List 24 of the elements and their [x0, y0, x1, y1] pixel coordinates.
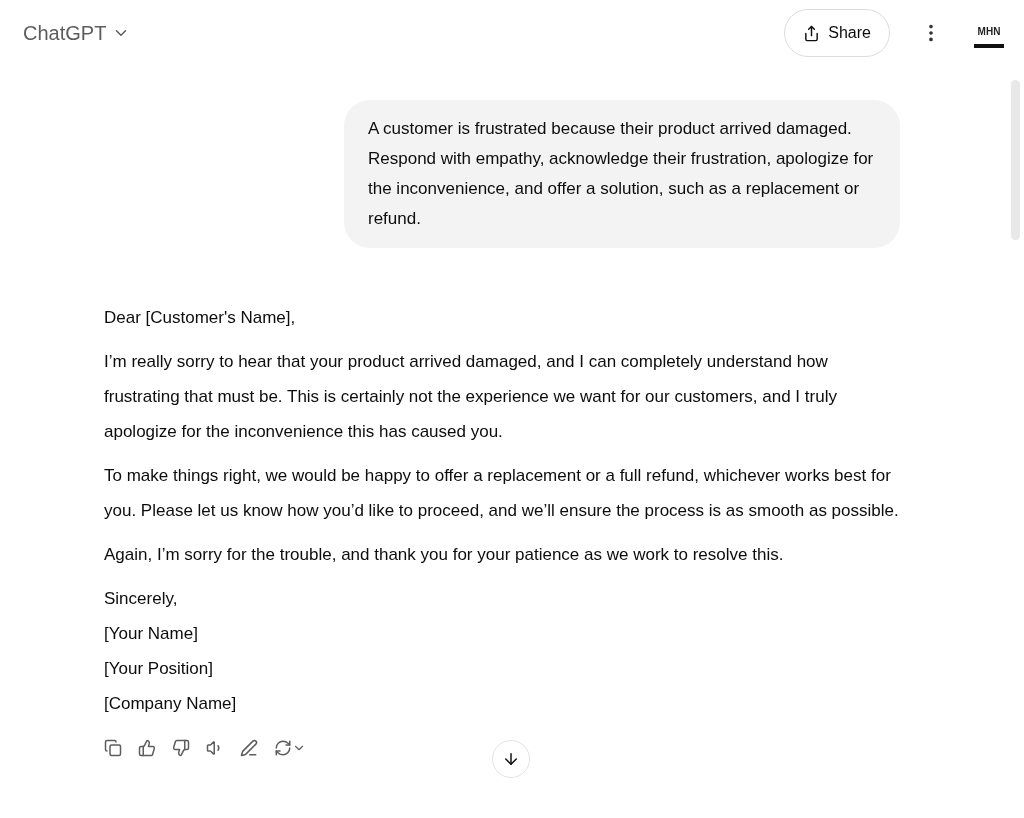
- dislike-button[interactable]: [172, 739, 190, 757]
- share-icon: [803, 24, 821, 42]
- scroll-down-button[interactable]: [492, 740, 530, 778]
- share-button[interactable]: Share: [784, 9, 890, 57]
- signature-line: Sincerely,: [104, 588, 179, 610]
- copy-icon: [104, 739, 122, 757]
- pencil-icon: [240, 739, 258, 757]
- response-paragraph: Dear [Customer's Name],: [104, 307, 297, 329]
- refresh-icon: [274, 739, 292, 757]
- arrow-down-icon: [502, 750, 520, 768]
- response-paragraph: Again, I’m sorry for the trouble, and thank you for your patience as we work to resolve this.: [104, 544, 785, 566]
- thumbs-up-icon: [138, 739, 156, 757]
- copy-button[interactable]: [104, 739, 122, 757]
- edit-button[interactable]: [240, 739, 258, 757]
- signature-line: [Your Position]: [104, 658, 214, 680]
- model-selector[interactable]: ChatGPT: [23, 21, 131, 45]
- thumbs-down-icon: [172, 739, 190, 757]
- like-button[interactable]: [138, 739, 156, 757]
- signature-line: [Company Name]: [104, 693, 238, 715]
- response-paragraph: I’m really sorry to hear that your product arrived damaged, and I can completely understand how frustrating that must be. This is certainly not the experience we want for our customers, and I truly apologize for the inconvenience this has caused you.: [104, 351, 838, 443]
- user-message: A customer is frustrated because their product arrived damaged. Respond with empathy, acknowledge their frustration, apologize for the inconvenience, and offer a solution, such as a replacement or refund.: [344, 100, 900, 248]
- response-paragraph: To make things right, we would be happy to offer a replacement or a full refund, whichever works best for you. Please let us know how you’d like to proceed, and we’ll ensure the process is as smooth as possible.: [104, 465, 900, 522]
- regenerate-button[interactable]: [274, 739, 306, 757]
- signature-line: [Your Name]: [104, 623, 199, 645]
